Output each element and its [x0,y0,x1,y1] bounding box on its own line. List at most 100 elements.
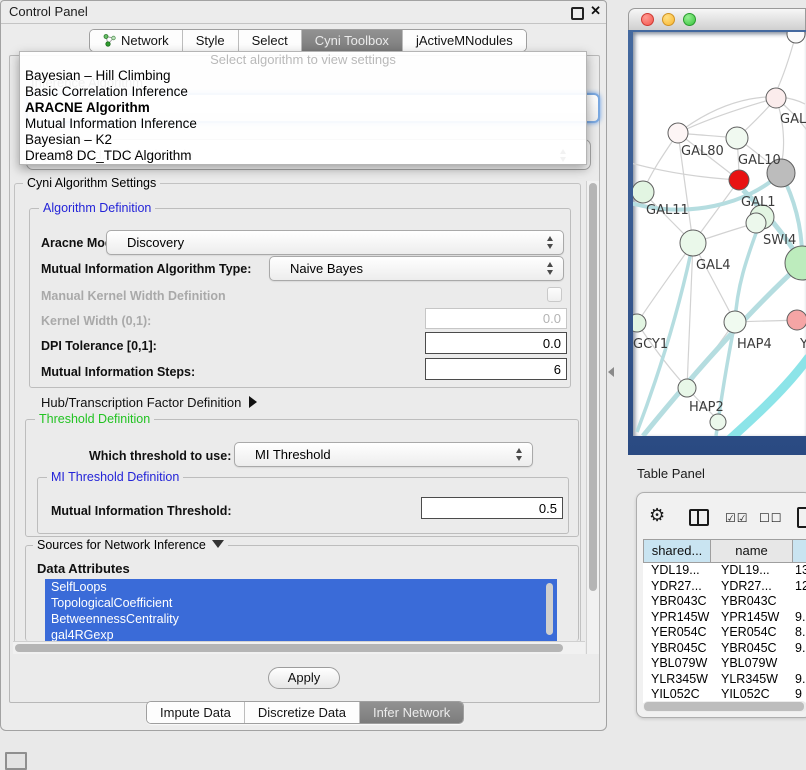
node-HAP4[interactable] [724,311,746,333]
table-cell: YLR345W [711,672,793,688]
node-pink-top[interactable] [766,88,786,108]
tab-style[interactable]: Style [182,30,238,51]
close-icon[interactable]: ✕ [590,3,601,19]
tab-jactivemnodules-label: jActiveMNodules [416,33,513,48]
combo-arrows-icon [547,236,554,249]
node-HAP2[interactable] [678,379,696,397]
column-header-name[interactable]: name [711,540,793,562]
columns-icon[interactable] [689,509,709,526]
table-row[interactable]: YBL079WYBL079W [643,656,806,672]
table-cell: YBR045C [643,641,711,657]
network-edge[interactable] [633,162,739,180]
node-top-cut[interactable] [787,32,805,43]
gear-icon[interactable]: ⚙ [649,506,665,524]
tab-impute-data[interactable]: Impute Data [147,702,244,723]
node-label-gal10: GAL10 [738,153,781,168]
node-SWI4[interactable] [746,213,766,233]
node-red[interactable] [729,170,749,190]
column-header-a[interactable]: A [793,540,806,562]
tab-impute-data-label: Impute Data [160,705,231,720]
table-row[interactable]: YDR27...YDR27...12 [643,579,806,595]
attribute-item-topologicalcoefficient[interactable]: TopologicalCoefficient [45,595,557,611]
hub-definition-toggle[interactable]: Hub/Transcription Factor Definition [41,395,257,410]
dpi-tolerance-field[interactable] [425,332,567,354]
apply-button[interactable]: Apply [268,667,340,689]
aracne-mode-combo[interactable]: Discovery [106,230,564,255]
expand-arrow-icon [212,540,224,548]
collapse-arrow-icon [249,396,257,408]
panel-title: Control Panel [9,4,88,19]
table-horizontal-scrollbar[interactable] [643,701,806,712]
list-scrollbar[interactable] [546,583,553,635]
settings-horizontal-scrollbar[interactable] [13,641,585,654]
algorithm-option-bayesian-k2[interactable]: Bayesian – K2 [20,132,586,148]
tab-infer-network[interactable]: Infer Network [359,702,463,723]
network-window-titlebar[interactable] [628,8,806,30]
table-cell [793,656,806,672]
table-row[interactable]: YLR345WYLR345W9. [643,672,806,688]
clear-all-checkboxes-icon[interactable]: ☐☐ [759,511,783,525]
algorithm-option-dream8-dc-tdc-algorithm[interactable]: Dream8 DC_TDC Algorithm [20,148,586,164]
bottom-left-grip-icon[interactable] [5,752,27,770]
column-header-shared[interactable]: shared... [643,540,711,562]
node-label-y: Y [799,337,806,352]
manual-kernel-checkbox[interactable] [547,287,562,302]
attribute-item-betweennesscentrality[interactable]: BetweennessCentrality [45,611,557,627]
node-table: shared...nameA YDL19...YDL19...13YDR27..… [643,539,806,703]
panel-splitter-arrow-icon[interactable] [608,367,614,377]
mi-type-label: Mutual Information Algorithm Type: [41,262,251,276]
table-cell: YBL079W [643,656,711,672]
close-traffic-light[interactable] [641,13,654,26]
attribute-item-gal4rgexp[interactable]: gal4RGexp [45,627,557,641]
minimize-traffic-light[interactable] [662,13,675,26]
select-all-checkboxes-icon[interactable]: ☑☑ [725,511,749,525]
control-panel-titlebar: Control Panel ✕ [1,1,606,24]
node-GAL11[interactable] [633,181,654,203]
kernel-width-label: Kernel Width (0,1): [41,314,151,328]
network-edge-highlighted[interactable] [729,357,806,436]
table-row[interactable]: YER054CYER054C8. [643,625,806,641]
node-GCY1[interactable] [633,314,646,332]
combo-arrows-icon [547,262,554,275]
float-window-icon[interactable] [571,7,584,20]
table-row[interactable]: YDL19...YDL19...13 [643,563,806,579]
algorithm-option-bayesian-hill-climbing[interactable]: Bayesian – Hill Climbing [20,68,586,84]
settings-group-title: Cyni Algorithm Settings [23,176,160,190]
node-GAL80[interactable] [668,123,688,143]
tab-discretize-data[interactable]: Discretize Data [244,702,359,723]
algorithm-option-aracne-algorithm[interactable]: ARACNE Algorithm [20,100,586,116]
node-GAL10[interactable] [726,127,748,149]
network-canvas[interactable]: GALGAL80GAL10GAL1GAL11SWI4GAL4GCY1HAP4YH… [633,32,806,436]
algorithm-option-mutual-information-inference[interactable]: Mutual Information Inference [20,116,586,132]
zoom-traffic-light[interactable] [683,13,696,26]
algorithm-option-basic-correlation-inference[interactable]: Basic Correlation Inference [20,84,586,100]
tab-select[interactable]: Select [238,30,301,51]
mi-type-combo[interactable]: Naive Bayes [269,256,564,281]
mi-steps-field[interactable] [425,358,567,380]
sources-group-toggle[interactable]: Sources for Network Inference [33,538,228,552]
table-row[interactable]: YBR043CYBR043C [643,594,806,610]
tab-jactivemnodules[interactable]: jActiveMNodules [402,30,526,51]
mi-threshold-field[interactable] [421,497,563,519]
node-pink-Y[interactable] [787,310,806,330]
table-cell: YDR27... [643,579,711,595]
data-attributes-list[interactable]: SelfLoopsTopologicalCoefficientBetweenne… [45,579,557,641]
table-panel-window: ⚙ ☑☑ ☐☐ shared...nameA YDL19...YDL19...1… [636,492,806,718]
table-row[interactable]: YPR145WYPR145W9. [643,610,806,626]
popup-placeholder: Select algorithm to view settings [20,52,586,68]
tab-cyni-toolbox[interactable]: Cyni Toolbox [301,30,402,51]
mi-type-value: Naive Bayes [270,257,563,280]
settings-vertical-scrollbar[interactable] [586,181,599,654]
table-cell: 8. [793,625,806,641]
network-edge[interactable] [678,98,776,133]
node-label-gcy1: GCY1 [633,337,668,352]
node-bottom[interactable] [710,414,726,430]
attribute-item-selfloops[interactable]: SelfLoops [45,579,557,595]
kernel-width-field[interactable] [425,308,567,329]
function-builder-icon[interactable] [797,507,806,528]
which-threshold-combo[interactable]: MI Threshold [234,442,533,467]
tab-network[interactable]: Network [90,30,182,51]
table-row[interactable]: YBR045CYBR045C9. [643,641,806,657]
node-GAL4[interactable] [680,230,706,256]
mi-steps-label: Mutual Information Steps: [41,365,195,379]
